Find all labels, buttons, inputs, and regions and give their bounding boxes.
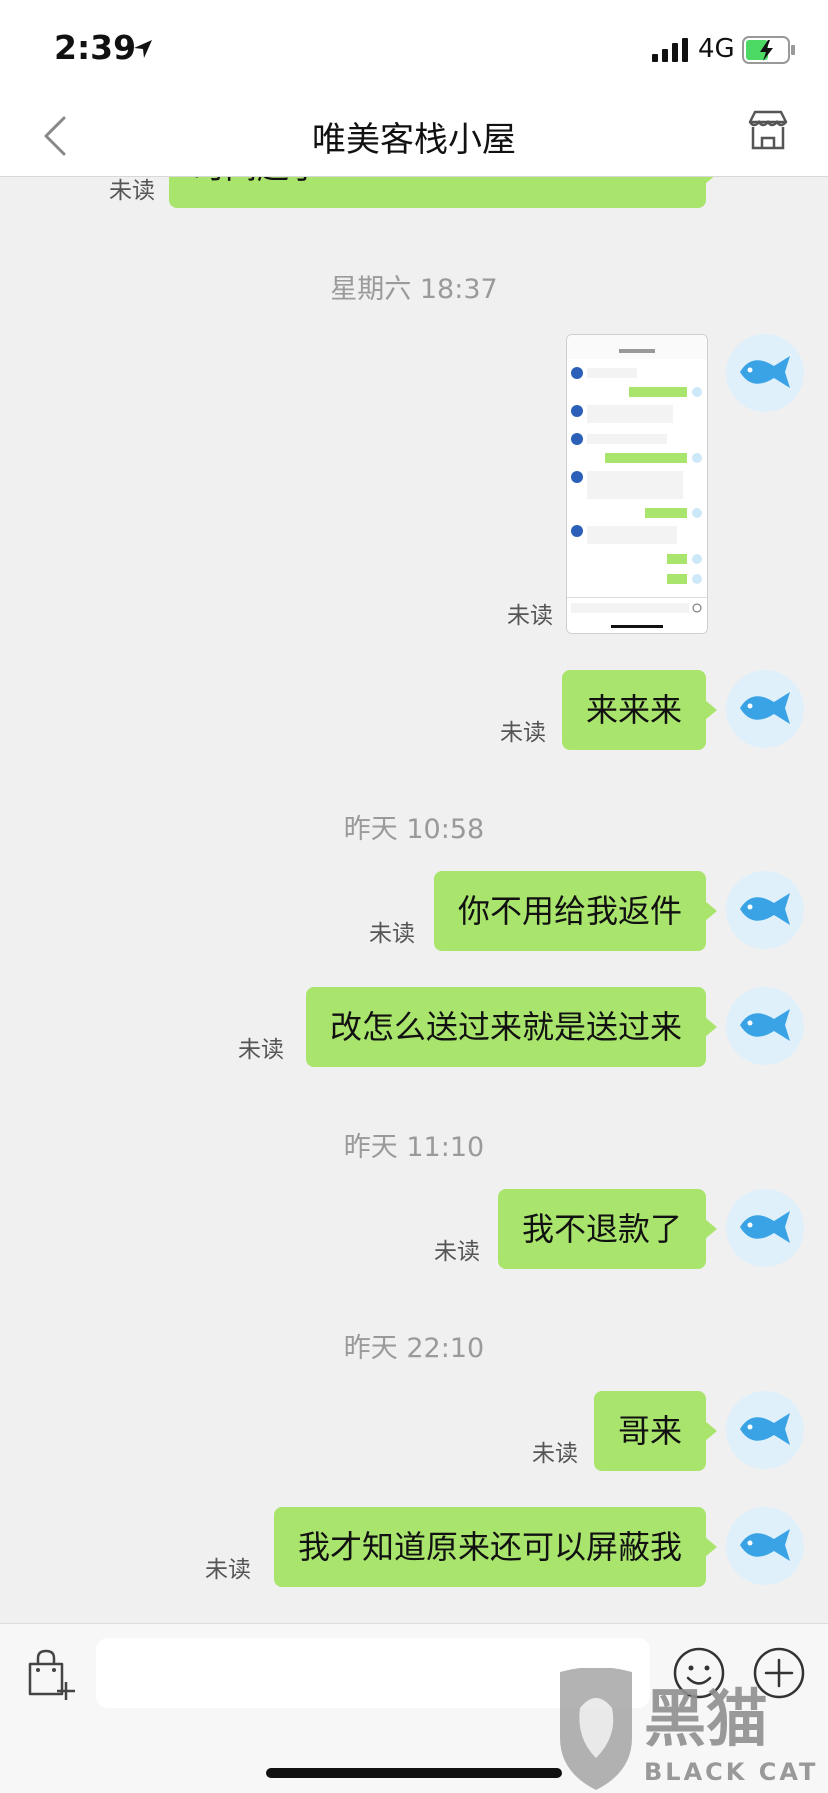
location-arrow-icon xyxy=(134,40,152,58)
battery-charging-icon xyxy=(742,36,795,64)
message-text: 改怎么送过来就是送过来 xyxy=(329,1008,682,1046)
message-bubble[interactable]: 改怎么送过来就是送过来 xyxy=(305,987,718,1067)
svg-text:黑猫: 黑猫 xyxy=(644,1682,768,1755)
status-time: 2:39 xyxy=(54,28,137,67)
unread-label: 未读 xyxy=(532,1441,578,1467)
shop-icon[interactable] xyxy=(746,108,790,152)
image-message[interactable] xyxy=(566,334,708,634)
message-text: 我不退款了 xyxy=(521,1210,682,1248)
home-indicator xyxy=(266,1768,562,1778)
svg-text:BLACK CAT: BLACK CAT xyxy=(644,1758,818,1786)
fish-avatar-icon xyxy=(740,1529,790,1561)
nav-bar: 唯美客栈小屋 xyxy=(0,96,828,177)
network-type: 4G xyxy=(698,34,735,64)
unread-label: 未读 xyxy=(369,921,415,947)
user-avatar[interactable] xyxy=(726,334,804,412)
user-avatar[interactable] xyxy=(726,871,804,949)
unread-label: 未读 xyxy=(507,603,553,629)
page-title: 唯美客栈小屋 xyxy=(312,120,516,160)
unread-label: 未读 xyxy=(109,178,155,204)
chat-area[interactable]: 时间赶了 未读 星期六 18:37 未读 来来来 xyxy=(0,177,828,1623)
message-text: 你不用给我返件 xyxy=(457,892,682,930)
unread-label: 未读 xyxy=(205,1557,251,1583)
message-bubble[interactable]: 我才知道原来还可以屏蔽我 xyxy=(273,1507,718,1587)
screenshot-thumbnail xyxy=(567,335,707,633)
fish-avatar-icon xyxy=(740,356,790,388)
user-avatar[interactable] xyxy=(726,1391,804,1469)
user-avatar[interactable] xyxy=(726,987,804,1065)
fish-avatar-icon xyxy=(740,692,790,724)
message-bubble[interactable]: 时间赶了 xyxy=(169,177,717,208)
message-bubble[interactable]: 我不退款了 xyxy=(497,1189,718,1269)
timestamp: 星期六 18:37 xyxy=(330,274,498,305)
fish-avatar-icon xyxy=(740,1009,790,1041)
user-avatar[interactable] xyxy=(726,1507,804,1585)
shopping-bag-add-icon[interactable] xyxy=(24,1648,78,1702)
user-avatar[interactable] xyxy=(726,1189,804,1267)
fish-avatar-icon xyxy=(740,893,790,925)
fish-avatar-icon xyxy=(740,1211,790,1243)
message-text: 时间赶了 xyxy=(193,177,321,186)
message-bubble[interactable]: 你不用给我返件 xyxy=(433,871,718,951)
message-text: 哥来 xyxy=(617,1412,682,1450)
message-text: 我才知道原来还可以屏蔽我 xyxy=(297,1528,682,1566)
timestamp: 昨天 11:10 xyxy=(343,1132,485,1163)
message-text: 来来来 xyxy=(585,691,682,729)
fish-avatar-icon xyxy=(740,1413,790,1445)
message-bubble[interactable]: 来来来 xyxy=(561,670,718,750)
signal-icon xyxy=(652,38,688,62)
message-bubble[interactable]: 哥来 xyxy=(593,1391,718,1471)
unread-label: 未读 xyxy=(500,720,546,746)
timestamp: 昨天 22:10 xyxy=(343,1333,485,1364)
unread-label: 未读 xyxy=(238,1037,284,1063)
timestamp: 昨天 10:58 xyxy=(343,814,485,845)
status-bar: 2:39 4G xyxy=(0,0,828,96)
user-avatar[interactable] xyxy=(726,670,804,748)
unread-label: 未读 xyxy=(434,1239,480,1265)
black-cat-watermark-logo: 黑猫 BLACK CAT xyxy=(560,1668,818,1790)
